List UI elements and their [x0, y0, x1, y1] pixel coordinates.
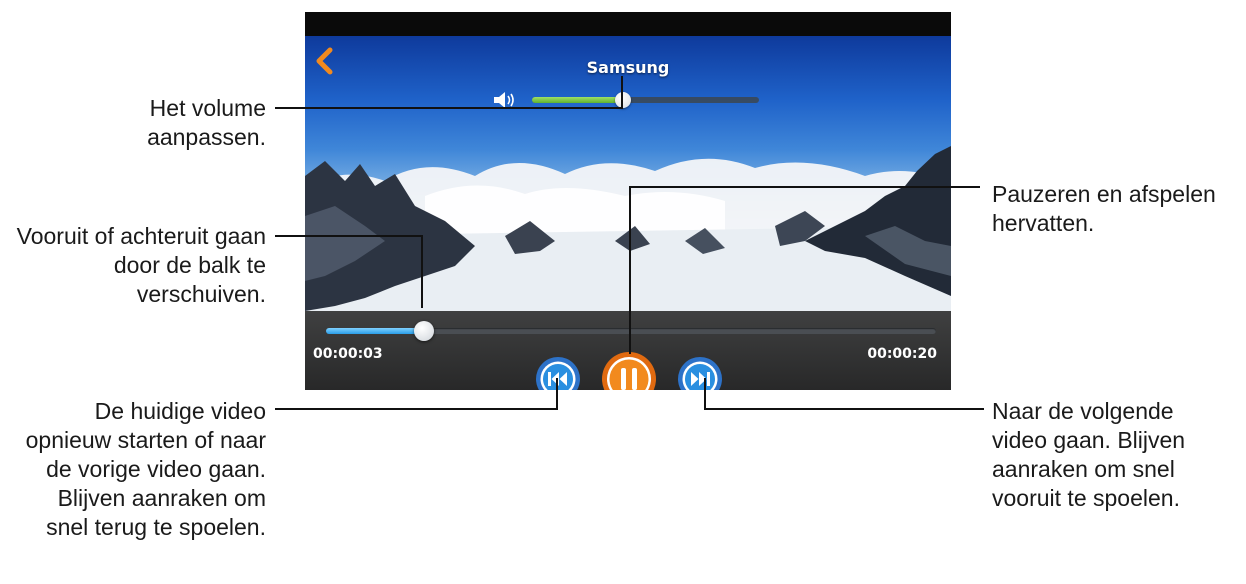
callout-seek: Vooruit of achteruit gaan door de balk t…	[16, 223, 266, 307]
leader-seek	[275, 235, 423, 308]
callout-volume: Het volume aanpassen.	[147, 95, 266, 150]
leader-volume	[275, 76, 623, 109]
leader-next	[704, 378, 984, 410]
leader-previous	[275, 378, 558, 410]
leader-pause	[629, 186, 980, 354]
callout-pause: Pauzeren en afspelen hervatten.	[992, 181, 1216, 236]
callout-previous: De huidige video opnieuw starten of naar…	[25, 398, 266, 540]
callout-next: Naar de volgende video gaan. Blijven aan…	[992, 398, 1186, 511]
